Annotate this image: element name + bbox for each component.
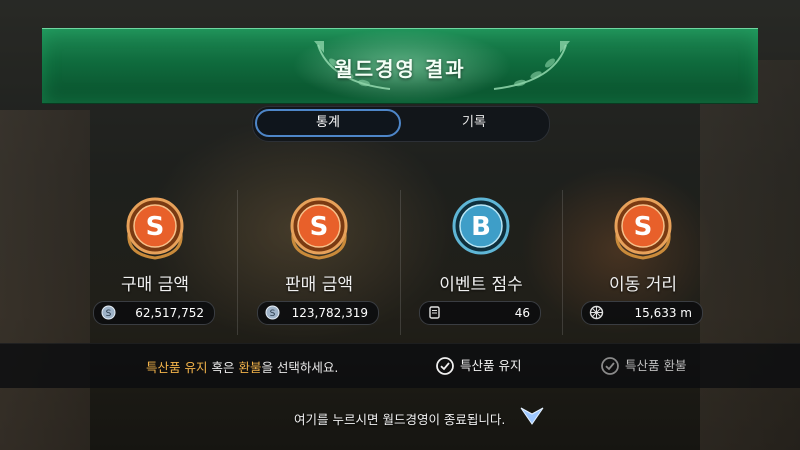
- stat-travel-distance: S 이동 거리 15,633 m: [563, 188, 723, 338]
- result-banner: 월드경영 결과: [42, 28, 758, 104]
- stat-label: 판매 금액: [285, 275, 353, 295]
- grade-b-medal-icon: B: [452, 197, 510, 255]
- grade-letter: S: [146, 212, 165, 242]
- stat-divider: [237, 190, 238, 335]
- keep-specialty-button[interactable]: 특산품 유지: [436, 352, 546, 380]
- stat-value-box: S 123,782,319: [257, 301, 379, 325]
- stat-value: 46: [514, 306, 530, 320]
- exit-instruction[interactable]: 여기를 누르시면 월드경영이 종료됩니다.: [294, 409, 505, 428]
- stat-label: 구매 금액: [121, 275, 189, 295]
- tab-records[interactable]: 기록: [403, 109, 545, 137]
- choice-suffix: 을 선택하세요.: [261, 360, 339, 375]
- refund-highlight: 환불: [238, 360, 262, 375]
- choice-instruction: 특산품 유지 혹은 환불을 선택하세요.: [146, 357, 338, 376]
- banner-title: 월드경영 결과: [334, 57, 466, 81]
- svg-text:S: S: [106, 309, 112, 319]
- scroll-icon: [429, 306, 440, 319]
- grade-s-medal-icon: S: [126, 197, 184, 260]
- silver-coin-icon: S: [265, 305, 280, 320]
- result-tabs: 통계 기록: [252, 106, 550, 142]
- stat-value: 15,633 m: [634, 306, 693, 320]
- chevron-down-icon[interactable]: [519, 404, 545, 428]
- wheel-icon: [589, 305, 604, 320]
- stat-value-box: 46: [419, 301, 541, 325]
- refund-specialty-button[interactable]: 특산품 환불: [601, 352, 711, 380]
- grade-letter: S: [310, 212, 329, 242]
- svg-text:S: S: [270, 309, 276, 319]
- grade-s-medal-icon: S: [614, 197, 672, 260]
- grade-s-medal-icon: S: [290, 197, 348, 260]
- silver-coin-icon: S: [101, 305, 116, 320]
- stat-value: 62,517,752: [135, 306, 204, 320]
- specialty-choice-bar: 특산품 유지 혹은 환불을 선택하세요. 특산품 유지 특산품 환불: [0, 343, 800, 388]
- refund-specialty-label: 특산품 환불: [625, 358, 687, 373]
- stat-purchase-amount: S 구매 금액 S 62,517,752: [75, 188, 235, 338]
- check-circle-icon: [601, 357, 619, 375]
- grade-letter: B: [471, 212, 491, 242]
- stat-event-score: B 이벤트 점수 46: [401, 188, 561, 338]
- stat-value-box: S 62,517,752: [93, 301, 215, 325]
- stat-label: 이벤트 점수: [439, 275, 523, 295]
- choice-connector: 혹은: [207, 360, 239, 375]
- tab-statistics[interactable]: 통계: [255, 109, 401, 137]
- stat-label: 이동 거리: [609, 275, 677, 295]
- check-circle-icon: [436, 357, 454, 375]
- keep-specialty-label: 특산품 유지: [460, 358, 522, 373]
- stat-sales-amount: S 판매 금액 S 123,782,319: [239, 188, 399, 338]
- stat-value-box: 15,633 m: [581, 301, 703, 325]
- grade-letter: S: [634, 212, 653, 242]
- stat-value: 123,782,319: [291, 306, 368, 320]
- keep-highlight: 특산품 유지: [146, 360, 208, 375]
